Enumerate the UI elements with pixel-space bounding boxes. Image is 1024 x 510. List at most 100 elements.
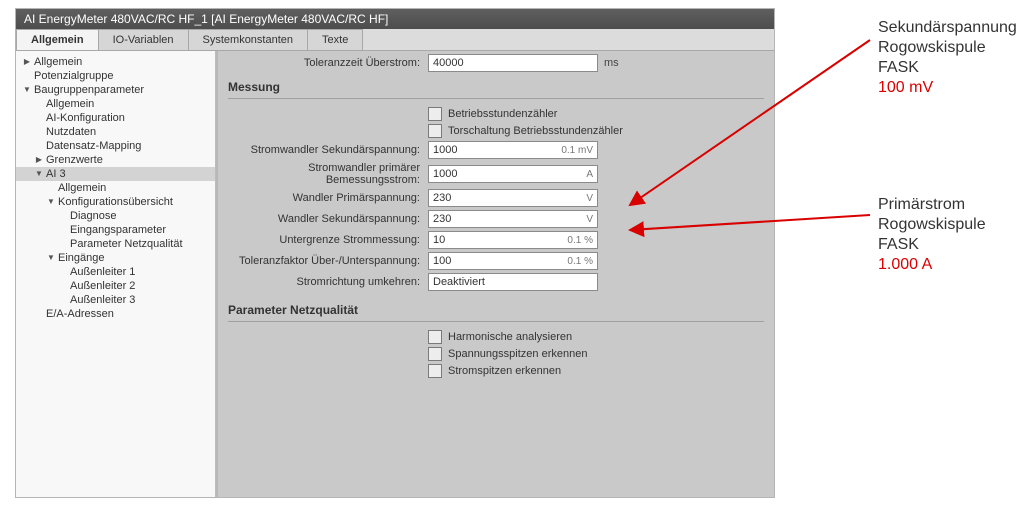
value-input[interactable]: 1000.1 % [428,252,598,270]
tree-item-label: Baugruppenparameter [34,84,144,96]
tree-item[interactable]: Außenleiter 3 [16,293,215,307]
chevron-icon[interactable]: ▼ [46,253,56,263]
tree-item[interactable]: Außenleiter 2 [16,279,215,293]
tree-item-label: Konfigurationsübersicht [58,196,173,208]
tree-item-label: Diagnose [70,210,116,222]
tree-item[interactable]: ▶Allgemein [16,55,215,69]
unit-label: A [580,169,593,180]
tree-item[interactable]: ▼Konfigurationsübersicht [16,195,215,209]
tree-item-label: Grenzwerte [46,154,103,166]
tree-item[interactable]: Diagnose [16,209,215,223]
tree-item-label: Außenleiter 2 [70,280,135,292]
window-title: AI EnergyMeter 480VAC/RC HF_1 [AI Energy… [16,9,774,29]
tree-item[interactable]: Datensatz-Mapping [16,139,215,153]
field-label: Wandler Sekundärspannung: [228,213,428,225]
annotation-primaerstrom: Primärstrom Rogowskispule FASK 1.000 A [878,195,1024,275]
tree-item[interactable]: Allgemein [16,97,215,111]
property-tree: ▶AllgemeinPotenzialgruppe▼Baugruppenpara… [16,51,216,497]
tree-spacer [58,239,68,249]
chevron-icon[interactable]: ▼ [22,85,32,95]
tree-item-label: Datensatz-Mapping [46,140,141,152]
unit-label: V [580,214,593,225]
group-title-messung: Messung [228,78,764,99]
unit-label: 0.1 % [561,256,593,267]
annotation-sekundaerspannung: Sekundärspannung Rogowskispule FASK 100 … [878,18,1024,98]
value-input[interactable]: 230V [428,189,598,207]
value-input[interactable]: 100.1 % [428,231,598,249]
tree-item[interactable]: Potenzialgruppe [16,69,215,83]
field-label: Toleranzfaktor Über-/Unterspannung: [228,255,428,267]
tree-item-label: Potenzialgruppe [34,70,114,82]
checkbox-icon [428,330,442,344]
unit-label: V [580,193,593,204]
tree-item[interactable]: Parameter Netzqualität [16,237,215,251]
tree-spacer [58,281,68,291]
chevron-icon[interactable]: ▼ [34,169,44,179]
tree-item-label: Eingangsparameter [70,224,166,236]
tree-item-label: AI-Konfiguration [46,112,125,124]
tree-item[interactable]: ▼Baugruppenparameter [16,83,215,97]
tree-spacer [34,309,44,319]
tree-spacer [34,113,44,123]
tree-item[interactable]: Nutzdaten [16,125,215,139]
field-label: Stromrichtung umkehren: [228,276,428,288]
tree-item[interactable]: E/A-Adressen [16,307,215,321]
chevron-icon[interactable]: ▶ [22,57,32,67]
tree-item[interactable]: Eingangsparameter [16,223,215,237]
tree-item[interactable]: Allgemein [16,181,215,195]
tree-item-label: Allgemein [34,56,82,68]
field-label: Untergrenze Strommessung: [228,234,428,246]
tree-item[interactable]: ▼Eingänge [16,251,215,265]
check-betriebsstunden[interactable]: Betriebsstundenzähler [428,107,764,121]
tree-item-label: Außenleiter 3 [70,294,135,306]
content-pane: Toleranzzeit Überstrom: 40000 ms Messung… [218,51,774,497]
field-label: Wandler Primärspannung: [228,192,428,204]
value-input[interactable]: 10000.1 mV [428,141,598,159]
tree-spacer [34,99,44,109]
input-toleranzzeit[interactable]: 40000 [428,54,598,72]
app-window: AI EnergyMeter 480VAC/RC HF_1 [AI Energy… [15,8,775,498]
checkbox-icon [428,364,442,378]
unit-label: 0.1 mV [555,145,593,156]
checkbox-icon [428,107,442,121]
tab-bar: Allgemein IO-Variablen Systemkonstanten … [16,29,774,51]
tree-item[interactable]: Außenleiter 1 [16,265,215,279]
label-toleranzzeit: Toleranzzeit Überstrom: [228,57,428,69]
checkbox-icon [428,347,442,361]
tree-item-label: Allgemein [46,98,94,110]
field-label: Stromwandler Sekundärspannung: [228,144,428,156]
tab-systemkonstanten[interactable]: Systemkonstanten [188,29,309,50]
check-harmonische[interactable]: Harmonische analysieren [428,330,764,344]
tree-item-label: Parameter Netzqualität [70,238,183,250]
check-spannungsspitzen[interactable]: Spannungsspitzen erkennen [428,347,764,361]
value-input[interactable]: 1000A [428,165,598,183]
tree-spacer [34,127,44,137]
chevron-icon[interactable]: ▼ [46,197,56,207]
unit-label: 0.1 % [561,235,593,246]
tab-texte[interactable]: Texte [307,29,363,50]
check-stromspitzen[interactable]: Stromspitzen erkennen [428,364,764,378]
chevron-icon[interactable]: ▶ [34,155,44,165]
tree-spacer [22,71,32,81]
tree-item-label: Außenleiter 1 [70,266,135,278]
value-input[interactable]: 230V [428,210,598,228]
tree-spacer [58,211,68,221]
tree-item[interactable]: AI-Konfiguration [16,111,215,125]
tree-item[interactable]: ▼AI 3 [16,167,215,181]
group-messung: Messung Betriebsstundenzähler Torschaltu… [228,78,764,291]
checkbox-icon [428,124,442,138]
tree-spacer [34,141,44,151]
group-title-netzqualitaet: Parameter Netzqualität [228,301,764,322]
value-input[interactable]: Deaktiviert [428,273,598,291]
tree-spacer [58,295,68,305]
unit-ms: ms [604,57,632,69]
tree-item-label: E/A-Adressen [46,308,114,320]
tree-spacer [58,225,68,235]
tree-spacer [46,183,56,193]
tab-io-variablen[interactable]: IO-Variablen [98,29,189,50]
check-torschaltung[interactable]: Torschaltung Betriebsstundenzähler [428,124,764,138]
tree-spacer [58,267,68,277]
tree-item[interactable]: ▶Grenzwerte [16,153,215,167]
group-netzqualitaet: Parameter Netzqualität Harmonische analy… [228,301,764,378]
tab-allgemein[interactable]: Allgemein [16,29,99,50]
